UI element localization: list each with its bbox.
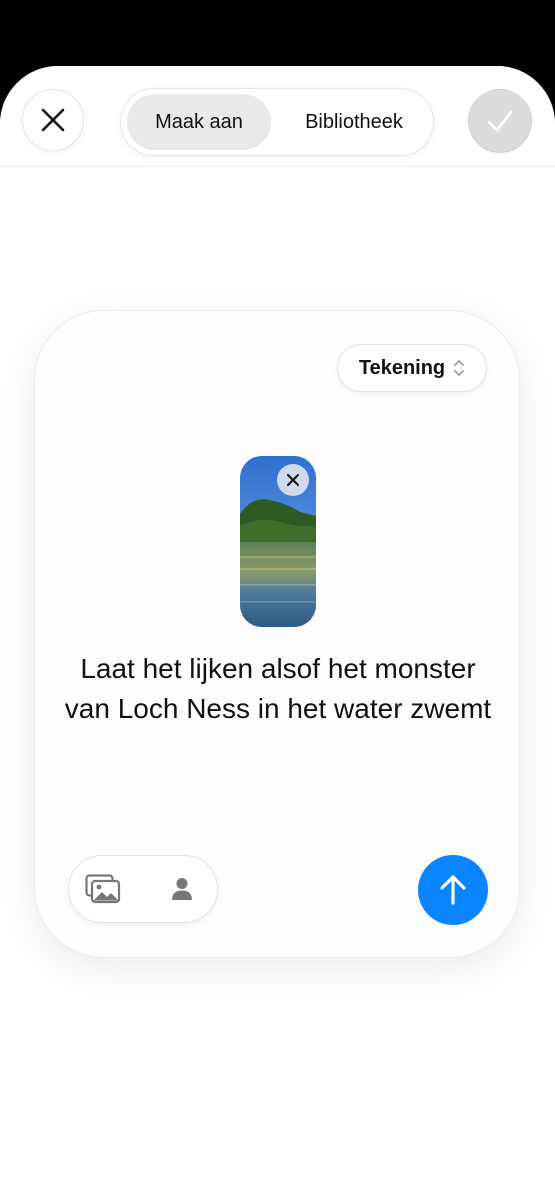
checkmark-icon	[487, 110, 513, 132]
source-button-group	[68, 855, 218, 923]
remove-image-button[interactable]	[277, 464, 309, 496]
prompt-card: Tekening Laat het lijken alsof het monst…	[34, 310, 520, 958]
style-picker-label: Tekening	[358, 356, 446, 379]
chevron-up-down-icon	[454, 360, 465, 376]
header-bar: Maak aan Bibliotheek	[0, 66, 555, 167]
done-button[interactable]	[468, 89, 532, 153]
photo-library-icon	[85, 874, 121, 904]
arrow-up-icon	[440, 875, 466, 905]
person-button[interactable]	[167, 874, 197, 904]
prompt-text[interactable]: Laat het lijken alsof het monster van Lo…	[55, 649, 501, 729]
person-icon	[172, 878, 192, 900]
submit-button[interactable]	[418, 855, 488, 925]
image-playground-sheet: Maak aan Bibliotheek Tekening Laat het l…	[0, 66, 555, 1200]
mode-segmented-control: Maak aan Bibliotheek	[120, 88, 434, 156]
tab-maak-aan[interactable]: Maak aan	[127, 94, 271, 150]
close-button[interactable]	[22, 89, 84, 151]
style-picker[interactable]: Tekening	[337, 344, 487, 392]
close-icon	[287, 474, 299, 486]
attached-image-thumbnail[interactable]	[240, 456, 316, 627]
photos-button[interactable]	[85, 872, 121, 906]
close-icon	[41, 108, 65, 132]
tab-bibliotheek[interactable]: Bibliotheek	[281, 94, 427, 150]
